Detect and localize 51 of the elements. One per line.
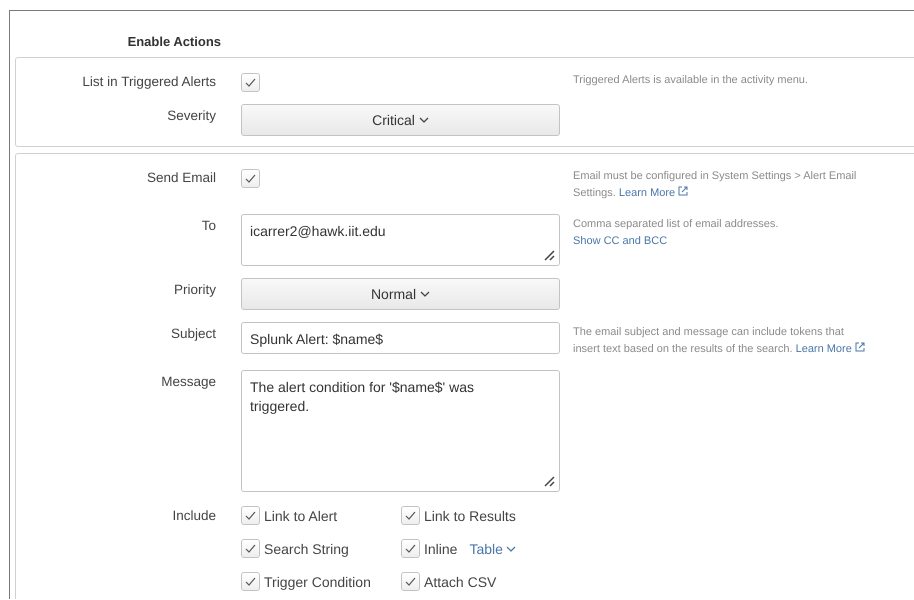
field-label: Include [171, 507, 216, 523]
dropdown-button[interactable]: Normal [241, 278, 560, 310]
field-label: Subject [170, 325, 216, 341]
checkbox[interactable] [241, 539, 260, 558]
checkbox[interactable] [241, 572, 260, 591]
option-label: Search String [264, 540, 349, 556]
external-link-icon [678, 186, 688, 196]
option-label: Trigger Condition [264, 574, 371, 590]
option-label: Link to Alert [264, 508, 338, 524]
field-label: Severity [166, 107, 216, 123]
option-label: Inline [424, 540, 458, 556]
check-icon [405, 511, 416, 520]
check-icon [405, 544, 416, 553]
help-link[interactable]: Learn More [796, 343, 865, 355]
check-icon [245, 577, 256, 586]
check-icon [245, 544, 256, 553]
checkbox[interactable] [401, 572, 420, 591]
help-text: Triggered Alerts is available in the activity menu. [573, 73, 809, 88]
checkbox[interactable] [241, 169, 260, 188]
checkbox[interactable] [241, 506, 260, 525]
external-link-icon [854, 342, 865, 352]
help-link[interactable]: Show CC and BCC [573, 235, 668, 247]
help-link[interactable]: Learn More [618, 187, 688, 199]
option-label: Attach CSV [424, 574, 496, 590]
resize-handle-icon[interactable] [543, 475, 555, 487]
check-icon [405, 577, 416, 586]
caret-icon [506, 546, 516, 552]
help-text: Comma separated list of email addresses. Show CC and BCC [573, 217, 780, 249]
check-icon [245, 78, 256, 87]
format-dropdown[interactable]: Table [469, 540, 516, 556]
section-heading: Enable Actions [126, 33, 221, 51]
text-area[interactable]: icarrer2@hawk.iit.edu [241, 214, 560, 266]
checkbox[interactable] [401, 539, 420, 558]
field-label: To [200, 217, 216, 233]
field-label: Message [160, 373, 216, 389]
field-label: Priority [172, 281, 216, 297]
checkbox[interactable] [241, 73, 260, 92]
help-text: The email subject and message can include tokens that insert text based on the results of the search. Learn More [573, 322, 873, 358]
check-icon [245, 174, 256, 183]
caret-icon [418, 117, 429, 123]
field-label: Send Email [146, 169, 216, 185]
caret-icon [420, 291, 430, 297]
field-label: List in Triggered Alerts [81, 73, 216, 89]
resize-handle-icon[interactable] [543, 249, 555, 261]
input-field[interactable]: Splunk Alert: $name$ [241, 322, 560, 354]
dropdown-button[interactable]: Critical [241, 104, 560, 136]
checkbox[interactable] [401, 506, 420, 525]
text-area[interactable]: The alert condition for '$name$' was triggered. [241, 370, 560, 492]
check-icon [245, 511, 256, 520]
help-text: Email must be configured in System Settings > Alert Email Settings. Learn More [573, 169, 858, 201]
option-label: Link to Results [424, 508, 516, 524]
